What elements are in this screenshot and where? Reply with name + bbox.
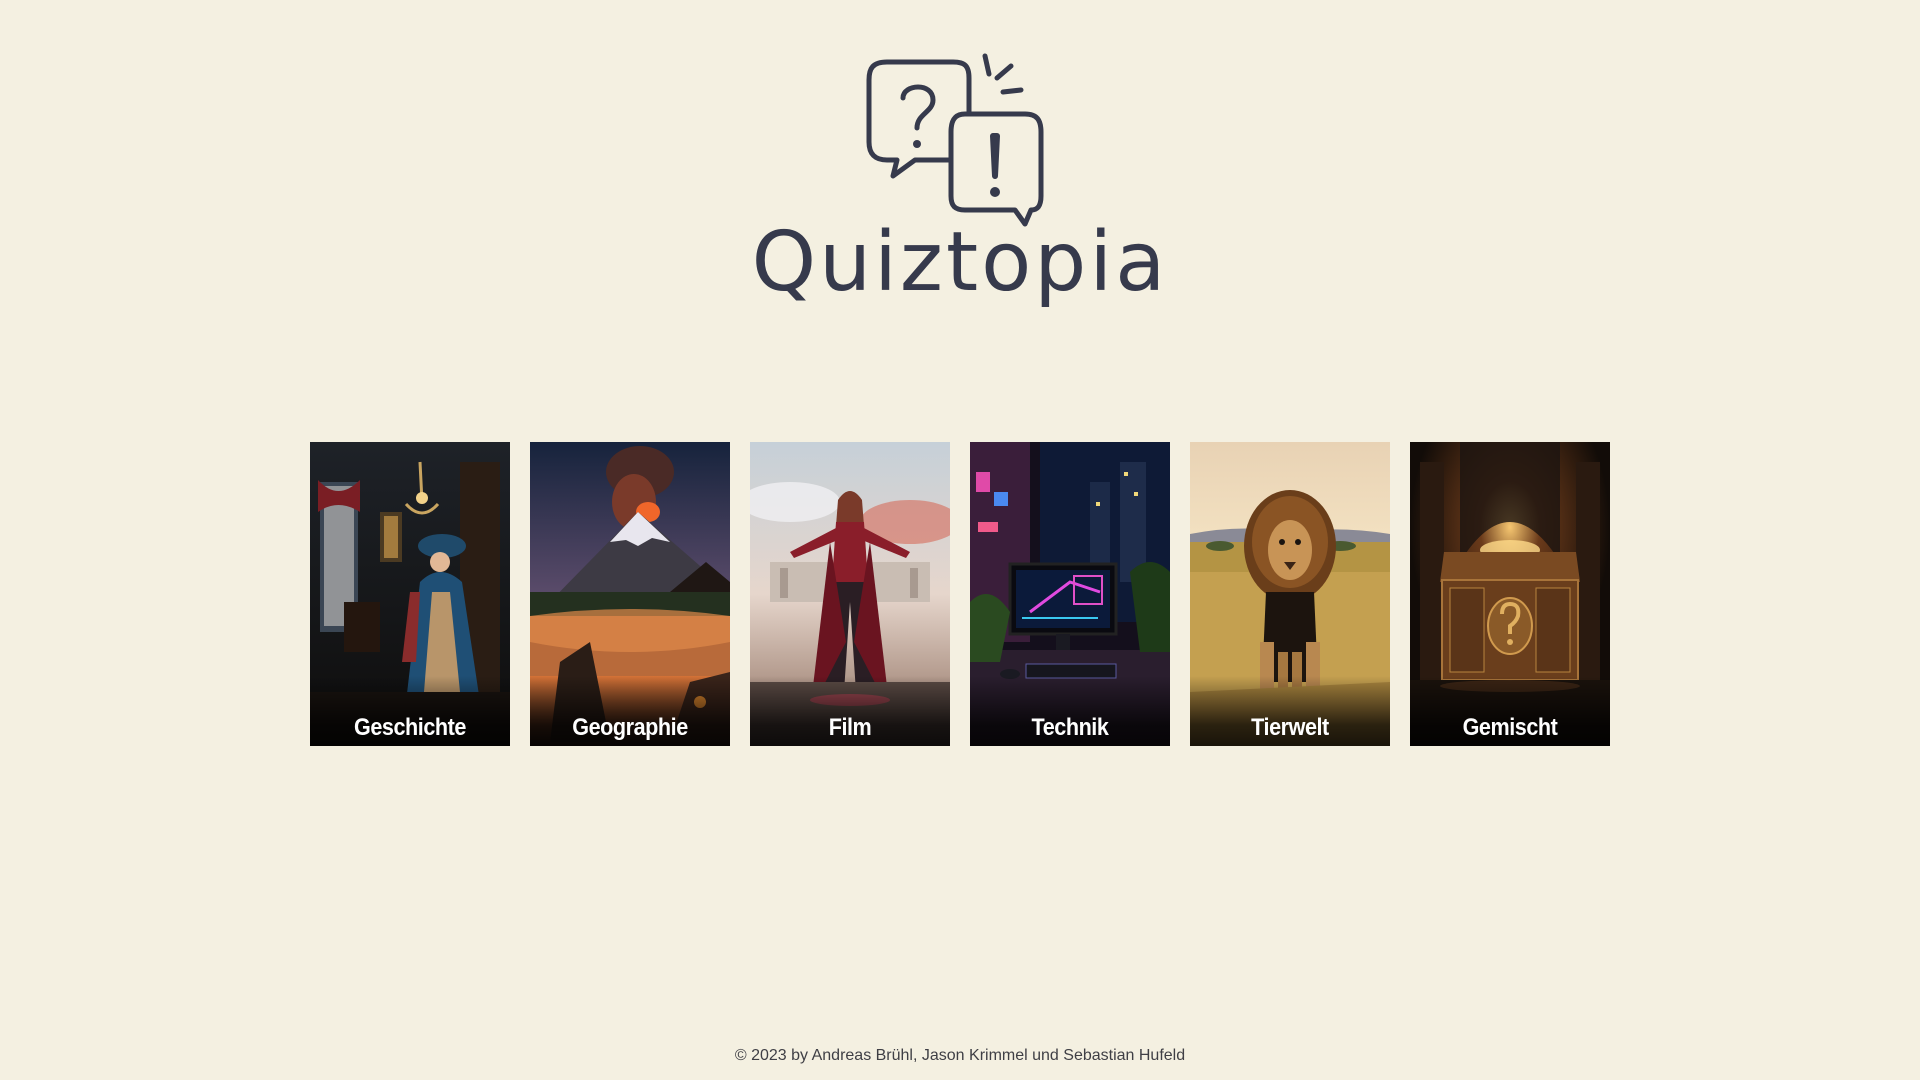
category-card-geschichte[interactable]: Geschichte: [310, 442, 510, 746]
category-label: Technik: [1031, 714, 1109, 741]
category-label: Geschichte: [354, 714, 466, 741]
category-label: Tierwelt: [1251, 714, 1329, 741]
category-label: Gemischt: [1462, 714, 1558, 741]
brand-name: Quiztopia: [751, 215, 1169, 310]
speech-bubbles-icon: [866, 53, 1044, 227]
category-card-film[interactable]: Film: [750, 442, 950, 746]
category-label: Geographie: [572, 714, 688, 741]
category-card-tierwelt[interactable]: Tierwelt: [1190, 442, 1390, 746]
category-card-technik[interactable]: Technik: [970, 442, 1170, 746]
category-card-geographie[interactable]: Geographie: [530, 442, 730, 746]
page: Quiztopia Geschichte Geographie Film Tec…: [0, 0, 1920, 1080]
logo[interactable]: Quiztopia: [0, 50, 1920, 304]
category-label: Film: [828, 714, 872, 741]
copyright-footer: © 2023 by Andreas Brühl, Jason Krimmel u…: [734, 1047, 1186, 1064]
question-dot: [913, 140, 921, 148]
category-list: Geschichte Geographie Film Technik Tierw…: [310, 442, 1610, 746]
category-card-gemischt[interactable]: Gemischt: [1410, 442, 1610, 746]
